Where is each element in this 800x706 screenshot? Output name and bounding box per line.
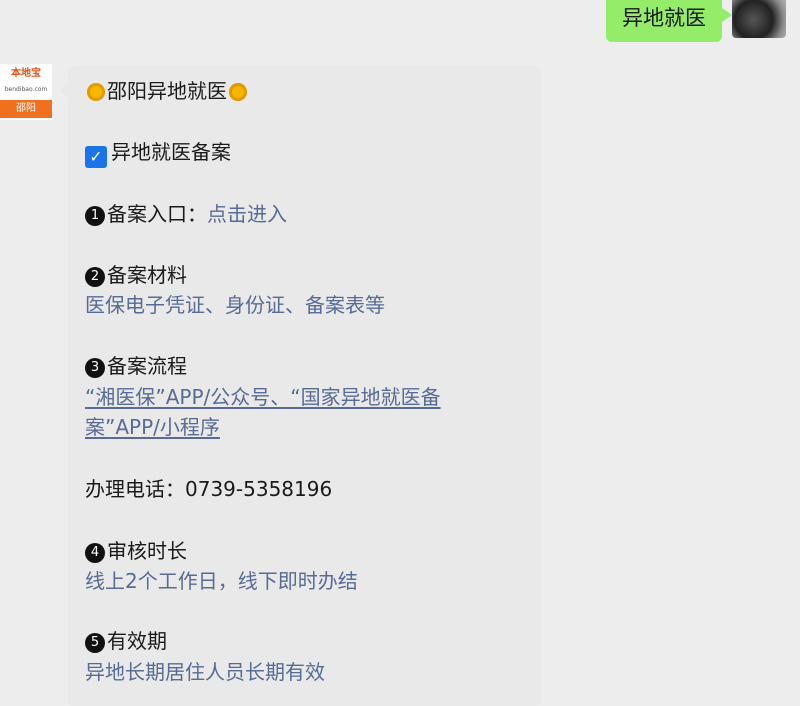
item-5-label: 有效期: [107, 629, 167, 653]
bot-avatar-brand: 本地宝: [11, 68, 41, 79]
number-3-icon: 3: [85, 358, 105, 378]
item-4-label: 审核时长: [107, 539, 187, 563]
number-1-icon: 1: [85, 206, 105, 226]
item-3-heading: 3 备案流程: [85, 351, 187, 381]
item-2-value: 医保电子凭证、身份证、备案表等: [85, 293, 385, 317]
bot-reply-bubble: 邵阳异地就医 ✓ 异地就医备案 1 备案入口：点击进入 2 备案材料 医保电子凭证、身…: [59, 66, 541, 706]
item-2-label: 备案材料: [107, 263, 187, 287]
user-avatar[interactable]: [732, 0, 786, 38]
bot-avatar-city: 邵阳: [0, 100, 52, 118]
number-2-icon: 2: [85, 267, 105, 287]
item-4-heading: 4 审核时长: [85, 536, 187, 566]
phone-line: 办理电话：0739-5358196: [85, 477, 333, 501]
item-4-value: 线上2个工作日，线下即时办结: [85, 569, 358, 593]
item-1-link[interactable]: 点击进入: [207, 202, 287, 226]
number-4-icon: 4: [85, 543, 105, 563]
user-message-bubble[interactable]: 异地就医: [606, 0, 732, 42]
item-2-heading: 2 备案材料: [85, 260, 187, 290]
bot-avatar[interactable]: 本地宝 bendibao.com 邵阳: [0, 64, 52, 120]
bot-avatar-subtext: bendibao.com: [4, 86, 48, 93]
number-5-icon: 5: [85, 633, 105, 653]
item-3-label: 备案流程: [107, 354, 187, 378]
item-5-value: 异地长期居住人员长期有效: [85, 660, 325, 684]
checkbox-icon: ✓: [85, 146, 107, 168]
item-5-heading: 5 有效期: [85, 626, 167, 656]
reply-subtitle-line: ✓ 异地就医备案: [85, 137, 231, 168]
sun-icon: [229, 83, 247, 101]
item-3-link-line-2[interactable]: 案”APP/小程序: [85, 412, 220, 442]
reply-title: 邵阳异地就医: [107, 79, 227, 103]
item-1: 1 备案入口：点击进入: [85, 199, 287, 229]
sun-icon: [87, 83, 105, 101]
reply-title-line: 邵阳异地就医: [85, 76, 249, 106]
item-1-label: 备案入口：: [107, 202, 207, 226]
item-3-link-line-1[interactable]: “湘医保”APP/公众号、“国家异地就医备: [85, 382, 441, 412]
reply-subtitle: 异地就医备案: [111, 140, 231, 164]
